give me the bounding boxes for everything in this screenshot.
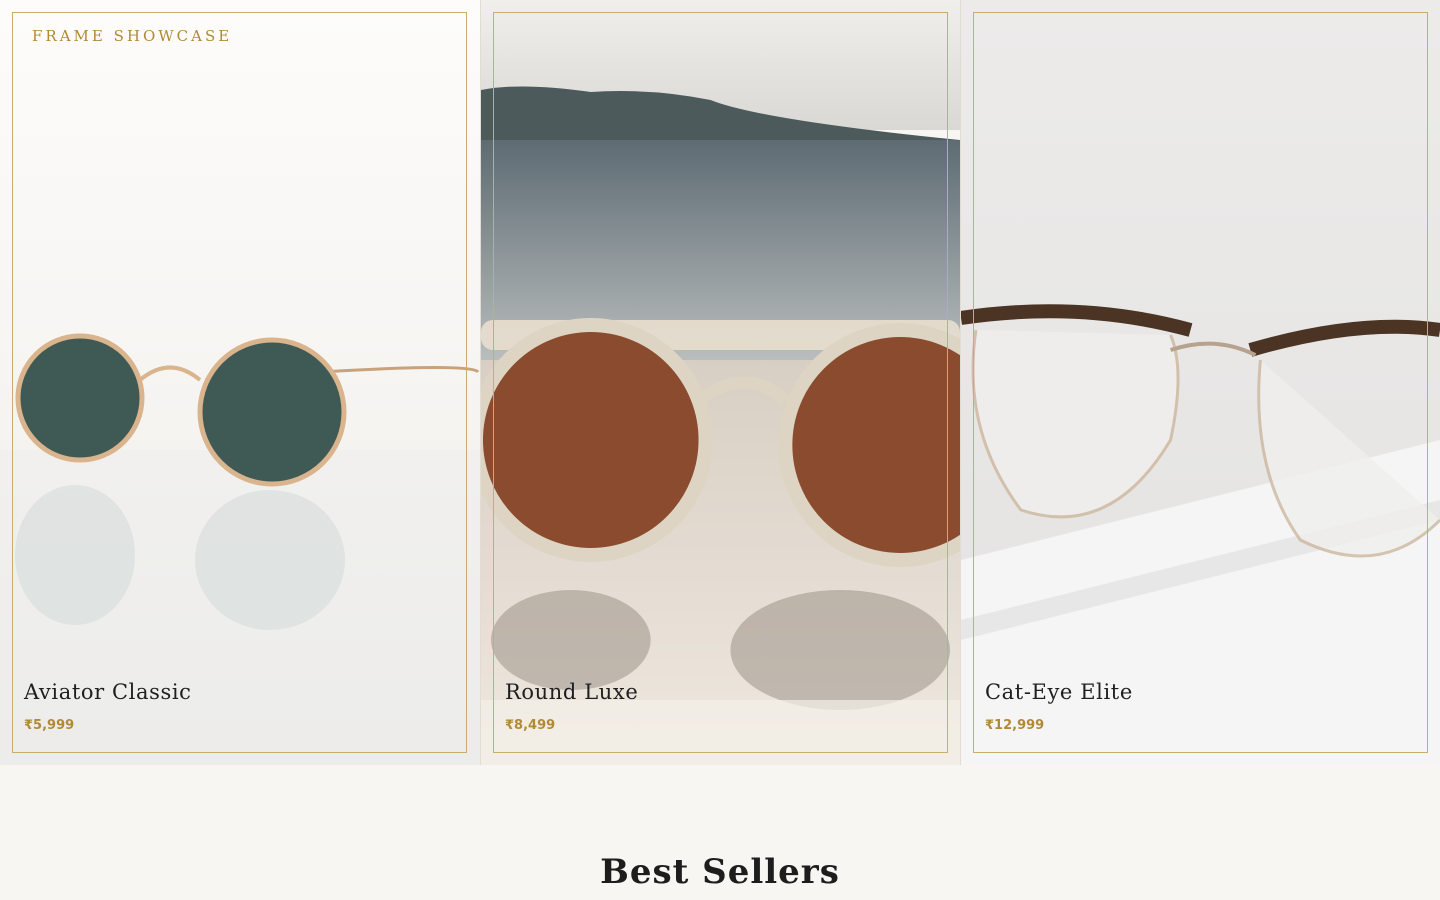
product-image-aviator-classic — [0, 0, 480, 765]
frame-showcase: Aviator Classic ₹5,999 Round Luxe ₹8,499… — [0, 0, 1440, 765]
product-card-round-luxe[interactable]: Round Luxe ₹8,499 — [480, 0, 960, 765]
product-price: ₹5,999 — [24, 718, 75, 733]
product-price: ₹8,499 — [505, 718, 556, 733]
product-card-aviator-classic[interactable]: Aviator Classic ₹5,999 — [0, 0, 480, 765]
product-name[interactable]: Round Luxe — [505, 680, 638, 704]
product-card-cat-eye-elite[interactable]: Cat-Eye Elite ₹12,999 — [960, 0, 1440, 765]
product-name[interactable]: Aviator Classic — [24, 680, 192, 704]
section-label: FRAME SHOWCASE — [32, 27, 233, 45]
product-price: ₹12,999 — [985, 718, 1045, 733]
product-name[interactable]: Cat-Eye Elite — [985, 680, 1133, 704]
best-sellers-heading: Best Sellers — [600, 852, 840, 892]
product-image-cat-eye-elite — [961, 0, 1440, 765]
product-image-round-luxe — [481, 0, 960, 765]
